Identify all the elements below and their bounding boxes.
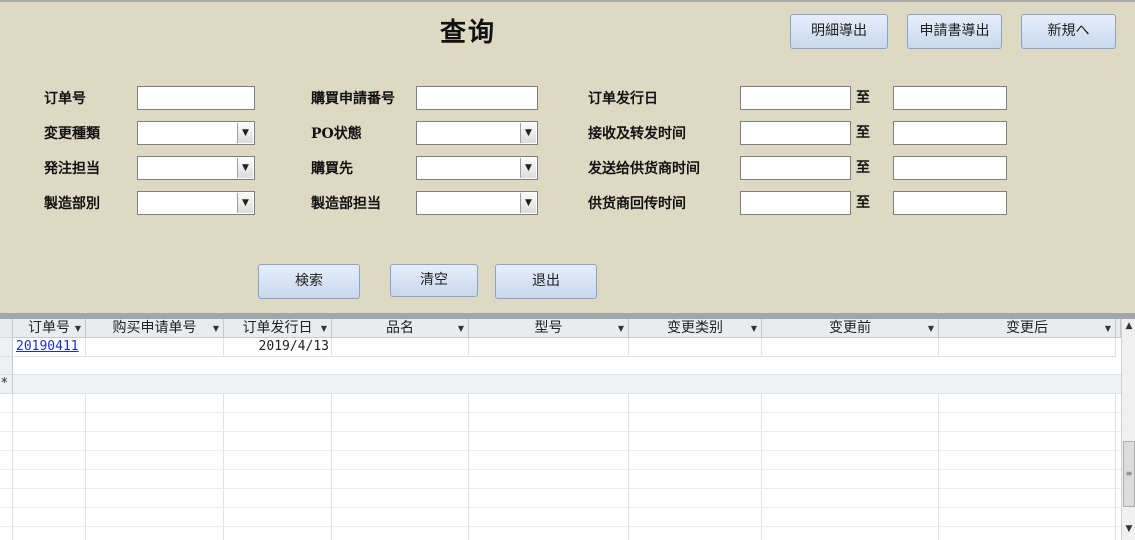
- column-header-order-issue-date[interactable]: 订单发行日 ▼: [224, 319, 332, 338]
- chevron-down-icon[interactable]: ▼: [237, 193, 253, 213]
- table-cell[interactable]: [13, 357, 1121, 375]
- scroll-down-icon[interactable]: ▼: [1123, 524, 1135, 538]
- request-export-button[interactable]: 申請書導出: [907, 14, 1002, 49]
- column-header-label: 型号: [534, 320, 563, 336]
- column-header-label: 订单号: [28, 320, 70, 336]
- column-header-after-change[interactable]: 变更后 ▼: [939, 319, 1116, 338]
- order-no-input[interactable]: [137, 86, 255, 110]
- sort-arrow-icon[interactable]: ▼: [75, 319, 81, 337]
- column-header-purchase-req-no[interactable]: 购买申请单号 ▼: [86, 319, 224, 338]
- scroll-up-icon[interactable]: ▲: [1123, 321, 1135, 335]
- change-type-label: 変更種類: [44, 126, 100, 142]
- column-header-order-no[interactable]: 订单号 ▼: [13, 319, 86, 338]
- row-selector[interactable]: [0, 338, 13, 357]
- receive-forward-time-label: 接收及转发时间: [588, 126, 686, 142]
- column-header-label: 品名: [386, 320, 414, 336]
- column-header-product-name[interactable]: 品名 ▼: [332, 319, 469, 338]
- table-cell[interactable]: 20190411: [13, 338, 86, 357]
- new-record-row[interactable]: [13, 375, 1121, 394]
- column-header-label: 订单发行日: [242, 320, 313, 336]
- purchase-req-no-label: 購買申請番号: [311, 91, 395, 107]
- to-label: 至: [856, 90, 870, 106]
- chevron-down-icon[interactable]: ▼: [520, 158, 536, 178]
- sort-arrow-icon[interactable]: ▼: [213, 319, 219, 337]
- table-cell[interactable]: [629, 338, 762, 357]
- empty-grid-area: [0, 394, 1121, 540]
- column-header-label: 变更前: [829, 320, 871, 336]
- supplier-return-time-to-input[interactable]: [893, 191, 1007, 215]
- page-title: 查询: [440, 18, 497, 48]
- mfg-person-label: 製造部担当: [311, 196, 381, 212]
- column-header-before-change[interactable]: 变更前 ▼: [762, 319, 939, 338]
- results-datasheet: 订单号 ▼ 购买申请单号 ▼ 订单发行日 ▼ 品名 ▼ 型号 ▼ 变更类别 ▼ 变更前 ▼ 变…: [0, 319, 1135, 540]
- clear-button[interactable]: 清空: [390, 264, 478, 297]
- to-label: 至: [856, 195, 870, 211]
- change-type-select[interactable]: ▼: [137, 121, 255, 145]
- send-supplier-time-label: 发送给供货商时间: [588, 161, 700, 177]
- select-all-corner[interactable]: [0, 319, 13, 338]
- purchase-req-no-input[interactable]: [416, 86, 538, 110]
- table-cell[interactable]: [762, 338, 939, 357]
- order-issue-date-label: 订单发行日: [588, 91, 658, 107]
- vertical-scrollbar[interactable]: ▲ ≡ ▼: [1121, 319, 1135, 540]
- search-button[interactable]: 検索: [258, 264, 360, 299]
- purchase-dest-label: 購買先: [311, 161, 353, 177]
- search-form: 查询 明細導出 申請書導出 新規へ 订单号 変更種類 ▼ 発注担当 ▼ 製造部別…: [0, 0, 1135, 313]
- new-button[interactable]: 新規へ: [1021, 14, 1116, 49]
- to-label: 至: [856, 160, 870, 176]
- purchase-dest-select[interactable]: ▼: [416, 156, 538, 180]
- supplier-return-time-from-input[interactable]: [740, 191, 851, 215]
- sort-arrow-icon[interactable]: ▼: [751, 319, 757, 337]
- sort-arrow-icon[interactable]: ▼: [618, 319, 624, 337]
- sort-arrow-icon[interactable]: ▼: [458, 319, 464, 337]
- send-supplier-time-to-input[interactable]: [893, 156, 1007, 180]
- column-header-label: 变更类别: [667, 320, 723, 336]
- exit-button[interactable]: 退出: [495, 264, 597, 299]
- send-supplier-time-from-input[interactable]: [740, 156, 851, 180]
- mfg-person-select[interactable]: ▼: [416, 191, 538, 215]
- to-label: 至: [856, 125, 870, 141]
- mfg-dept-select[interactable]: ▼: [137, 191, 255, 215]
- table-cell[interactable]: 2019/4/13: [224, 338, 332, 357]
- chevron-down-icon[interactable]: ▼: [237, 158, 253, 178]
- sort-arrow-icon[interactable]: ▼: [1105, 319, 1111, 337]
- chevron-down-icon[interactable]: ▼: [237, 123, 253, 143]
- table-cell[interactable]: [86, 338, 224, 357]
- new-record-marker[interactable]: *: [0, 375, 13, 394]
- order-person-label: 発注担当: [44, 161, 100, 177]
- sort-arrow-icon[interactable]: ▼: [928, 319, 934, 337]
- order-no-link[interactable]: 20190411: [16, 339, 79, 354]
- mfg-dept-label: 製造部別: [44, 196, 100, 212]
- order-issue-date-to-input[interactable]: [893, 86, 1007, 110]
- table-cell[interactable]: [469, 338, 629, 357]
- order-no-label: 订单号: [44, 91, 86, 107]
- detail-export-button[interactable]: 明細導出: [790, 14, 888, 49]
- column-header-change-category[interactable]: 变更类别 ▼: [629, 319, 762, 338]
- scrollbar-thumb[interactable]: ≡: [1123, 441, 1135, 507]
- sort-arrow-icon[interactable]: ▼: [321, 319, 327, 337]
- receive-forward-time-to-input[interactable]: [893, 121, 1007, 145]
- table-cell[interactable]: [332, 338, 469, 357]
- column-header-model-no[interactable]: 型号 ▼: [469, 319, 629, 338]
- supplier-return-time-label: 供货商回传时间: [588, 196, 686, 212]
- order-person-select[interactable]: ▼: [137, 156, 255, 180]
- chevron-down-icon[interactable]: ▼: [520, 193, 536, 213]
- order-issue-date-from-input[interactable]: [740, 86, 851, 110]
- row-selector[interactable]: [0, 357, 13, 375]
- po-status-select[interactable]: ▼: [416, 121, 538, 145]
- column-header-label: 变更后: [1006, 320, 1048, 336]
- po-status-label: PO状態: [311, 126, 362, 142]
- table-cell[interactable]: [939, 338, 1116, 357]
- chevron-down-icon[interactable]: ▼: [520, 123, 536, 143]
- column-header-label: 购买申请单号: [112, 320, 197, 336]
- receive-forward-time-from-input[interactable]: [740, 121, 851, 145]
